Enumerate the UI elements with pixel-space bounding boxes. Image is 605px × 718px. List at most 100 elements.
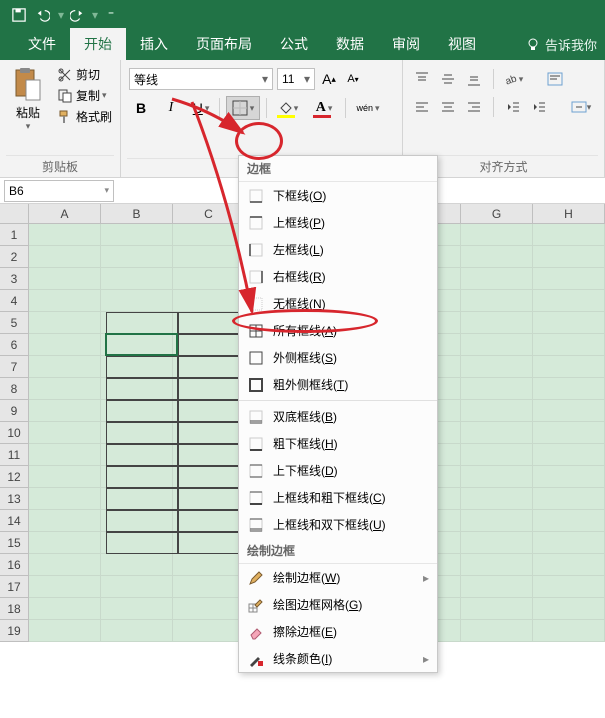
bordered-cell[interactable] — [106, 356, 178, 378]
align-middle-icon[interactable] — [437, 68, 459, 90]
cell[interactable] — [101, 246, 173, 268]
cell[interactable] — [533, 312, 605, 334]
cell[interactable] — [29, 268, 101, 290]
cell[interactable] — [173, 576, 245, 598]
tab-page-layout[interactable]: 页面布局 — [182, 28, 266, 60]
bordered-cell[interactable] — [106, 488, 178, 510]
row-header[interactable]: 10 — [0, 422, 29, 444]
cell[interactable] — [533, 400, 605, 422]
cell[interactable] — [461, 400, 533, 422]
cell[interactable] — [461, 576, 533, 598]
cell[interactable] — [29, 334, 101, 356]
cell[interactable] — [461, 466, 533, 488]
border-menu-item[interactable]: 擦除边框(E) — [239, 618, 437, 645]
qat-customize-icon[interactable]: ⁼ — [100, 4, 122, 26]
row-header[interactable]: 11 — [0, 444, 29, 466]
cell[interactable] — [533, 554, 605, 576]
decrease-font-icon[interactable]: A▾ — [343, 68, 363, 90]
border-menu-item[interactable]: 绘制边框(W) ▸ — [239, 564, 437, 591]
cell[interactable] — [461, 510, 533, 532]
border-menu-item[interactable]: 无框线(N) — [239, 290, 437, 317]
row-header[interactable]: 19 — [0, 620, 29, 642]
save-icon[interactable] — [8, 4, 30, 26]
increase-indent-icon[interactable] — [528, 96, 550, 118]
row-header[interactable]: 15 — [0, 532, 29, 554]
border-menu-item[interactable]: 上下框线(D) — [239, 457, 437, 484]
border-menu-item[interactable]: 双底框线(B) — [239, 403, 437, 430]
bordered-cell[interactable] — [106, 312, 178, 334]
cell[interactable] — [533, 334, 605, 356]
cell[interactable] — [533, 378, 605, 400]
cell[interactable] — [533, 532, 605, 554]
border-menu-item[interactable]: 绘图边框网格(G) — [239, 591, 437, 618]
cell[interactable] — [533, 510, 605, 532]
cell[interactable] — [461, 444, 533, 466]
row-header[interactable]: 8 — [0, 378, 29, 400]
row-header[interactable]: 12 — [0, 466, 29, 488]
bold-button[interactable]: B — [129, 96, 153, 120]
undo-icon[interactable] — [32, 4, 54, 26]
cell[interactable] — [461, 554, 533, 576]
border-menu-item[interactable]: 上框线(P) — [239, 209, 437, 236]
font-size-select[interactable]: 11▾ — [277, 68, 315, 90]
cell[interactable] — [173, 268, 245, 290]
border-menu-item[interactable]: 右框线(R) — [239, 263, 437, 290]
cell[interactable] — [461, 246, 533, 268]
cell[interactable] — [173, 246, 245, 268]
cell[interactable] — [101, 576, 173, 598]
cell[interactable] — [461, 620, 533, 642]
cell[interactable] — [533, 356, 605, 378]
row-header[interactable]: 9 — [0, 400, 29, 422]
cell[interactable] — [173, 554, 245, 576]
cell[interactable] — [101, 620, 173, 642]
column-header[interactable]: A — [29, 204, 101, 223]
border-menu-item[interactable]: 上框线和双下框线(U) — [239, 511, 437, 538]
cell[interactable] — [29, 378, 101, 400]
column-header[interactable]: B — [101, 204, 173, 223]
cell[interactable] — [29, 422, 101, 444]
cell[interactable] — [461, 378, 533, 400]
tab-data[interactable]: 数据 — [322, 28, 378, 60]
wrap-text-icon[interactable] — [544, 68, 566, 90]
cell[interactable] — [29, 312, 101, 334]
fill-color-button[interactable]: ▾ — [273, 96, 303, 120]
column-header[interactable]: G — [461, 204, 533, 223]
tab-view[interactable]: 视图 — [434, 28, 490, 60]
paste-button[interactable]: 粘贴 ▾ — [6, 64, 50, 153]
cell[interactable] — [533, 422, 605, 444]
cell[interactable] — [101, 290, 173, 312]
italic-button[interactable]: I — [159, 96, 183, 120]
font-name-select[interactable]: 等线▾ — [129, 68, 273, 90]
cell[interactable] — [29, 488, 101, 510]
cell[interactable] — [533, 620, 605, 642]
cell[interactable] — [29, 576, 101, 598]
row-header[interactable]: 7 — [0, 356, 29, 378]
row-header[interactable]: 17 — [0, 576, 29, 598]
row-header[interactable]: 5 — [0, 312, 29, 334]
cell[interactable] — [533, 290, 605, 312]
cell[interactable] — [461, 290, 533, 312]
cell[interactable] — [533, 488, 605, 510]
row-header[interactable]: 6 — [0, 334, 29, 356]
row-header[interactable]: 16 — [0, 554, 29, 576]
borders-button[interactable]: ▾ — [226, 96, 260, 120]
tab-file[interactable]: 文件 — [14, 28, 70, 60]
cell[interactable] — [101, 268, 173, 290]
align-bottom-icon[interactable] — [463, 68, 485, 90]
cell[interactable] — [461, 224, 533, 246]
cell[interactable] — [533, 444, 605, 466]
merge-center-icon[interactable]: ▾ — [570, 96, 592, 118]
row-header[interactable]: 13 — [0, 488, 29, 510]
cell[interactable] — [461, 334, 533, 356]
row-header[interactable]: 3 — [0, 268, 29, 290]
cell[interactable] — [29, 598, 101, 620]
cell[interactable] — [533, 598, 605, 620]
tab-home[interactable]: 开始 — [70, 28, 126, 60]
cell[interactable] — [29, 224, 101, 246]
name-box[interactable]: B6▾ — [4, 180, 114, 202]
cell[interactable] — [173, 598, 245, 620]
phonetic-button[interactable]: wén▾ — [352, 96, 384, 120]
cell[interactable] — [533, 268, 605, 290]
cell[interactable] — [173, 620, 245, 642]
decrease-indent-icon[interactable] — [502, 96, 524, 118]
